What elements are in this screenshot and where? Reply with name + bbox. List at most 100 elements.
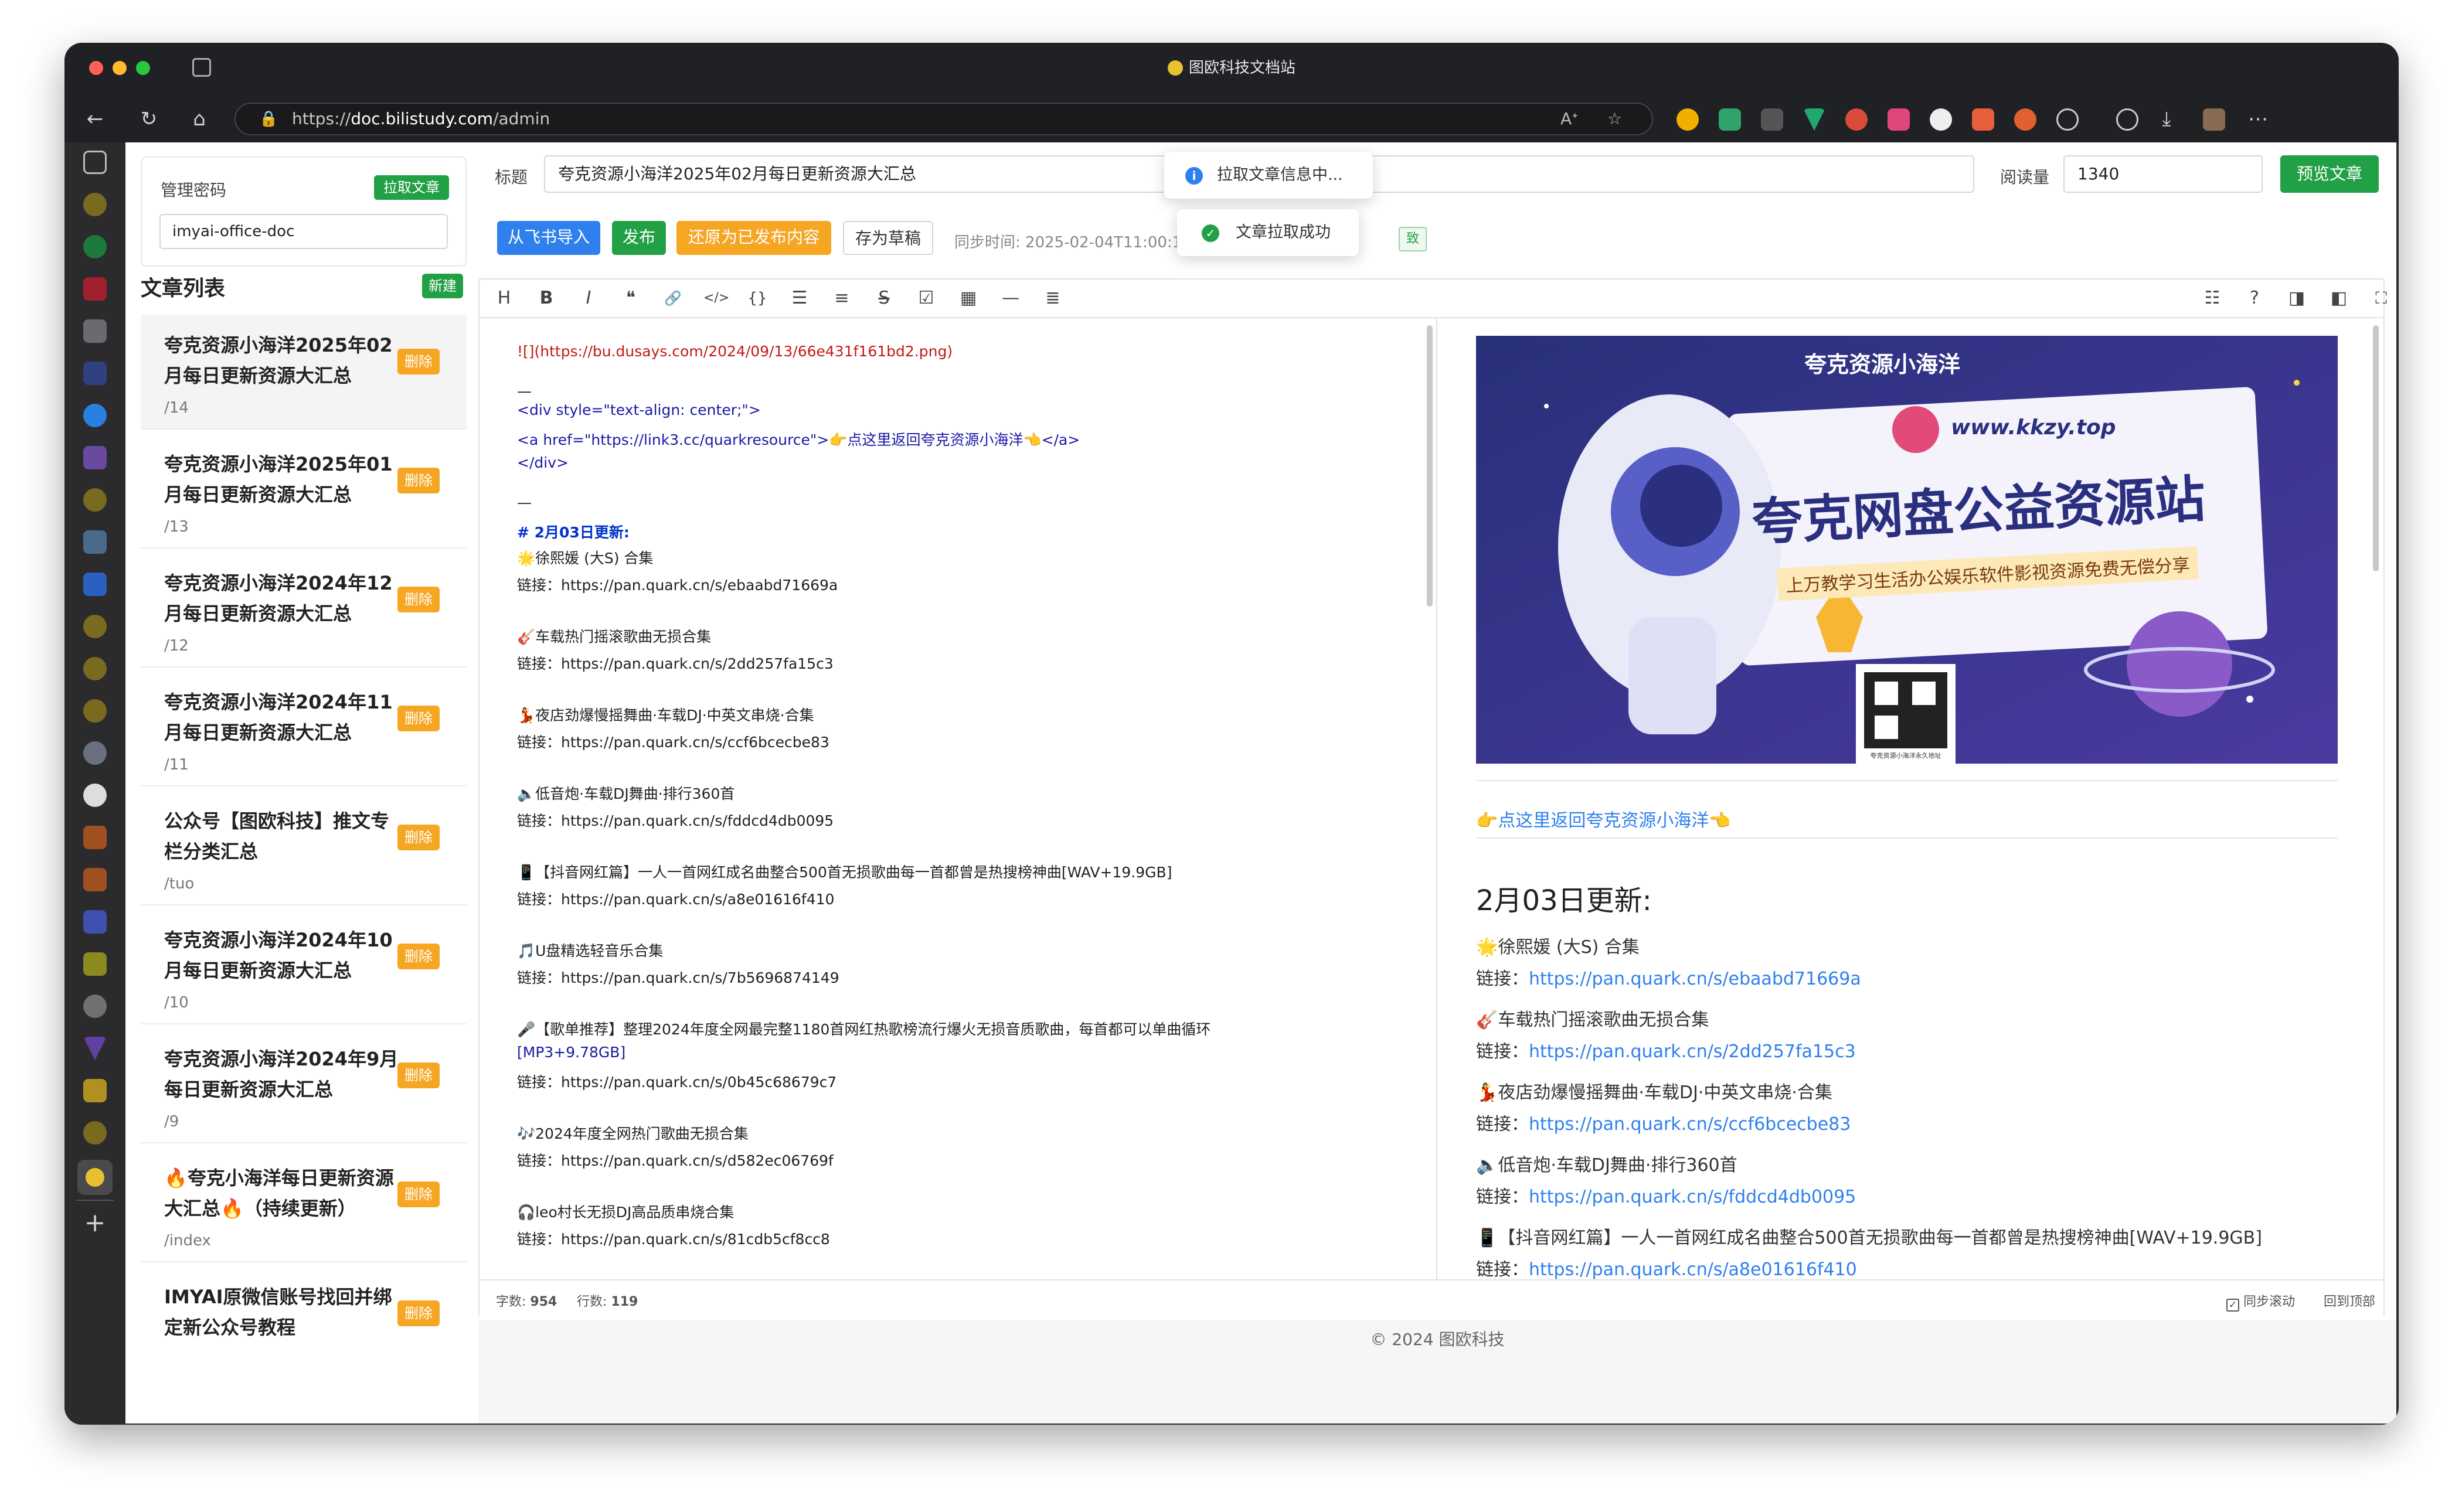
delete-article-button[interactable]: 删除 [397, 825, 440, 850]
source-scrollbar[interactable] [1427, 325, 1433, 607]
extension-icon-2[interactable] [1719, 108, 1741, 131]
extension-icon-6[interactable] [1888, 108, 1910, 131]
reload-icon[interactable]: ↻ [136, 106, 162, 132]
preview-entry-link[interactable]: https://pan.quark.cn/s/ebaabd71669a [1529, 969, 1861, 989]
tab-favicon-4[interactable] [83, 319, 107, 343]
extension-icon-8[interactable] [1972, 108, 1994, 131]
tab-favicon-1[interactable] [83, 193, 107, 216]
password-input[interactable]: imyai-office-doc [159, 214, 448, 249]
delete-article-button[interactable]: 删除 [397, 1300, 440, 1326]
history-icon[interactable] [2116, 108, 2138, 131]
read-aloud-icon[interactable]: Aᐩ [1560, 104, 1578, 134]
tab-favicon-9[interactable] [83, 530, 107, 554]
delete-article-button[interactable]: 删除 [397, 349, 440, 374]
publish-button[interactable]: 发布 [612, 221, 666, 255]
extension-icon-3[interactable] [1761, 108, 1783, 131]
new-article-button[interactable]: 新建 [422, 274, 463, 298]
extension-icon-9[interactable] [2014, 108, 2036, 131]
vue-devtools-icon[interactable] [1803, 108, 1825, 131]
tab-favicon-12[interactable] [83, 657, 107, 680]
tab-favicon-13[interactable] [83, 699, 107, 723]
preview-entry-link[interactable]: https://pan.quark.cn/s/ccf6bcecbe83 [1529, 1114, 1851, 1135]
article-item[interactable]: 夸克资源小海洋2024年9月每日更新资源大汇总 删除 /9 [141, 1029, 467, 1143]
preview-article-button[interactable]: 预览文章 [2280, 155, 2379, 193]
unordered-list-tool-icon[interactable]: ☰ [788, 287, 811, 310]
delete-article-button[interactable]: 删除 [397, 587, 440, 612]
active-tab-highlight[interactable] [77, 1160, 113, 1195]
help-icon[interactable]: ? [2243, 287, 2266, 310]
preview-entry-link[interactable]: https://pan.quark.cn/s/2dd257fa15c3 [1529, 1041, 1856, 1062]
italic-tool-icon[interactable]: I [577, 287, 600, 310]
source-pane[interactable]: ![](https://bu.dusays.com/2024/09/13/66e… [480, 318, 1437, 1279]
preview-scrollbar[interactable] [2373, 325, 2379, 571]
preview-entry-link[interactable]: https://pan.quark.cn/s/a8e01616f410 [1529, 1259, 1857, 1279]
tab-favicon-18[interactable] [83, 910, 107, 934]
article-item[interactable]: 夸克资源小海洋2025年01月每日更新资源大汇总 删除 /13 [141, 434, 467, 549]
article-item[interactable]: IMYAI原微信账号找回并绑定新公众号教程 删除 [141, 1266, 467, 1381]
article-item[interactable]: 夸克资源小海洋2024年12月每日更新资源大汇总 删除 /12 [141, 553, 467, 668]
tab-favicon-14[interactable] [83, 741, 107, 765]
chrome-extension-icon[interactable] [1845, 108, 1868, 131]
sync-scroll-checkbox[interactable]: ✓ [2226, 1299, 2239, 1312]
feishu-import-button[interactable]: 从飞书导入 [497, 221, 600, 255]
code-block-tool-icon[interactable]: {} [746, 287, 769, 310]
delete-article-button[interactable]: 删除 [397, 1181, 440, 1207]
ordered-list-tool-icon[interactable]: ≡ [830, 287, 853, 310]
extension-icon-7[interactable] [1930, 108, 1952, 131]
sync-scroll-toggle[interactable]: ✓ 同步滚动 [2226, 1291, 2295, 1312]
back-icon[interactable]: ← [82, 106, 108, 132]
tab-favicon-8[interactable] [83, 488, 107, 512]
preview-only-icon[interactable]: ◨ [2285, 287, 2308, 310]
restore-published-button[interactable]: 还原为已发布内容 [676, 221, 831, 255]
split-view-icon[interactable]: ◧ [2327, 287, 2351, 310]
tab-favicon-22[interactable] [83, 1079, 107, 1102]
article-item[interactable]: 公众号【图欧科技】推文专栏分类汇总 删除 /tuo [141, 791, 467, 905]
tab-favicon-3[interactable] [83, 277, 107, 301]
tab-favicon-5[interactable] [83, 362, 107, 385]
tab-favicon-20[interactable] [83, 995, 107, 1018]
tab-favicon-7[interactable] [83, 446, 107, 469]
extension-icon-1[interactable] [1677, 108, 1699, 131]
article-item[interactable]: 🔥夸克小海洋每日更新资源大汇总🔥（持续更新） 删除 /index [141, 1147, 467, 1262]
table-tool-icon[interactable]: ▦ [957, 287, 980, 310]
checklist-tool-icon[interactable]: ☑ [914, 287, 938, 310]
tab-favicon-10[interactable] [83, 573, 107, 596]
tab-favicon-6[interactable] [83, 404, 107, 427]
tab-favicon-2[interactable] [83, 235, 107, 258]
delete-article-button[interactable]: 删除 [397, 1063, 440, 1088]
back-to-top-button[interactable]: 回到顶部 [2324, 1291, 2375, 1310]
pull-articles-button[interactable]: 拉取文章 [374, 175, 449, 200]
heading-tool-icon[interactable]: H [492, 287, 516, 310]
views-input[interactable]: 1340 [2063, 155, 2263, 193]
download-icon[interactable]: ⤓ [2154, 106, 2179, 132]
extensions-puzzle-icon[interactable] [2056, 108, 2079, 131]
fullscreen-icon[interactable]: ⛶ [2369, 287, 2393, 310]
outline-toggle-icon[interactable]: ☷ [2201, 287, 2224, 310]
tab-favicon-23[interactable] [83, 1121, 107, 1145]
tab-favicon-21[interactable] [83, 1037, 107, 1060]
tab-favicon-11[interactable] [83, 615, 107, 638]
save-draft-button[interactable]: 存为草稿 [843, 221, 933, 255]
horizontal-rule-tool-icon[interactable]: — [999, 287, 1022, 310]
delete-article-button[interactable]: 删除 [397, 706, 440, 731]
back-to-quark-link[interactable]: 👉点这里返回夸克资源小海洋👈 [1476, 806, 1731, 832]
toc-tool-icon[interactable]: ≣ [1041, 287, 1065, 310]
article-item[interactable]: 夸克资源小海洋2025年02月每日更新资源大汇总 删除 /14 [141, 315, 467, 430]
link-tool-icon[interactable]: 🔗 [661, 287, 685, 310]
delete-article-button[interactable]: 删除 [397, 468, 440, 493]
address-bar[interactable]: 🔒 https://doc.bilistudy.com/admin Aᐩ ☆ [234, 103, 1653, 135]
sidebar-toggle-icon[interactable] [83, 151, 107, 174]
favorite-star-icon[interactable]: ☆ [1607, 104, 1622, 134]
tab-favicon-17[interactable] [83, 868, 107, 891]
new-tab-icon[interactable]: + [82, 1210, 108, 1236]
delete-article-button[interactable]: 删除 [397, 944, 440, 969]
more-menu-icon[interactable]: ⋯ [2245, 106, 2271, 132]
preview-entry-link[interactable]: https://pan.quark.cn/s/fddcd4db0095 [1529, 1187, 1856, 1207]
code-tool-icon[interactable]: </> [703, 287, 729, 310]
strikethrough-tool-icon[interactable]: S [872, 287, 896, 310]
home-icon[interactable]: ⌂ [186, 106, 212, 132]
bold-tool-icon[interactable]: B [535, 287, 558, 310]
profile-avatar[interactable] [2203, 108, 2225, 131]
article-item[interactable]: 夸克资源小海洋2024年10月每日更新资源大汇总 删除 /10 [141, 910, 467, 1024]
github-icon[interactable] [83, 784, 107, 807]
